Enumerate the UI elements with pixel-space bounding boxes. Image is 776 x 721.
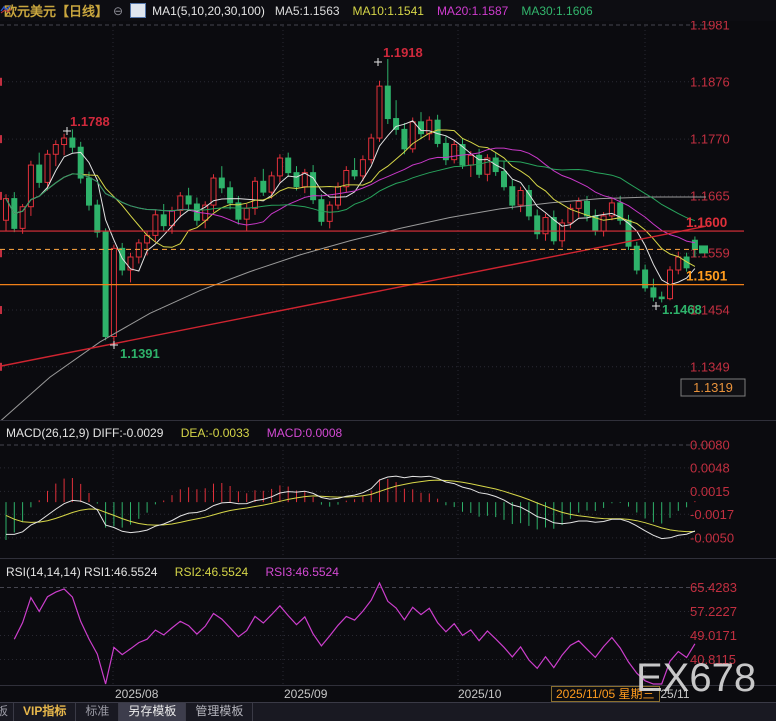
rsi2-value: RSI2:46.5524	[175, 565, 248, 579]
svg-text:1.1319: 1.1319	[693, 380, 733, 395]
template-tab-bar: 板 VIP指标 标准 另存模板 管理模板	[0, 702, 776, 721]
svg-text:1.1770: 1.1770	[690, 132, 730, 147]
macd-chart-canvas[interactable]: 0.0080 0.0048 0.0015 -0.0017 -0.0050	[0, 421, 776, 559]
svg-text:-0.0050: -0.0050	[690, 530, 734, 545]
svg-text:49.0171: 49.0171	[690, 628, 737, 643]
macd-bar-value: MACD:0.0008	[267, 426, 342, 440]
ma10-value: MA10:1.1541	[353, 4, 424, 18]
svg-text:-0.0017: -0.0017	[690, 507, 734, 522]
svg-text:0.0015: 0.0015	[690, 484, 730, 499]
ma-params-label: MA1(5,10,20,30,100)	[152, 4, 265, 18]
ma20-value: MA20:1.1587	[437, 4, 508, 18]
rsi1-value: RSI(14,14,14) RSI1:46.5524	[6, 565, 157, 579]
collapse-icon[interactable]: ⊖	[113, 4, 123, 18]
ma30-value: MA30:1.1606	[521, 4, 592, 18]
ma5-value: MA5:1.1563	[275, 4, 340, 18]
tab-save-template[interactable]: 另存模板	[119, 703, 186, 721]
tab-clipped[interactable]: 板	[0, 703, 14, 721]
svg-text:1.1468: 1.1468	[662, 302, 702, 317]
rsi-header: RSI(14,14,14) RSI1:46.5524 RSI2:46.5524 …	[6, 565, 339, 579]
svg-text:1.1349: 1.1349	[690, 359, 730, 374]
mini-chart-icon[interactable]	[130, 3, 146, 18]
chart-header-bar: 欧元美元【日线】 ⊖ MA1(5,10,20,30,100) MA5:1.156…	[0, 0, 776, 21]
macd-diff-value: MACD(26,12,9) DIFF:-0.0029	[6, 426, 163, 440]
price-chart-canvas[interactable]: 1.19811.18761.17701.16651.15591.14541.13…	[0, 0, 776, 421]
tab-standard[interactable]: 标准	[76, 703, 119, 721]
ex678-watermark: EX678	[636, 656, 756, 701]
macd-header: MACD(26,12,9) DIFF:-0.0029 DEA:-0.0033 M…	[6, 426, 342, 440]
svg-text:1.1876: 1.1876	[690, 74, 730, 89]
svg-text:0.0048: 0.0048	[690, 460, 730, 475]
axis-date-sep: 2025/09	[284, 687, 327, 701]
tab-manage-template[interactable]: 管理模板	[186, 703, 253, 721]
symbol-title[interactable]: 欧元美元【日线】	[4, 1, 108, 20]
svg-text:57.2227: 57.2227	[690, 604, 737, 619]
axis-date-aug: 2025/08	[115, 687, 158, 701]
svg-text:1.1665: 1.1665	[690, 188, 730, 203]
svg-text:1.1918: 1.1918	[383, 45, 423, 60]
svg-text:1.1600: 1.1600	[686, 215, 727, 230]
svg-text:1.1501: 1.1501	[686, 269, 728, 284]
svg-text:1.1391: 1.1391	[120, 346, 160, 361]
macd-dea-value: DEA:-0.0033	[181, 426, 250, 440]
svg-text:1.1788: 1.1788	[70, 114, 110, 129]
svg-text:0.0080: 0.0080	[690, 438, 730, 453]
rsi3-value: RSI3:46.5524	[266, 565, 339, 579]
tab-vip-indicators[interactable]: VIP指标	[14, 703, 76, 721]
axis-date-oct: 2025/10	[458, 687, 501, 701]
svg-text:65.4283: 65.4283	[690, 580, 737, 595]
